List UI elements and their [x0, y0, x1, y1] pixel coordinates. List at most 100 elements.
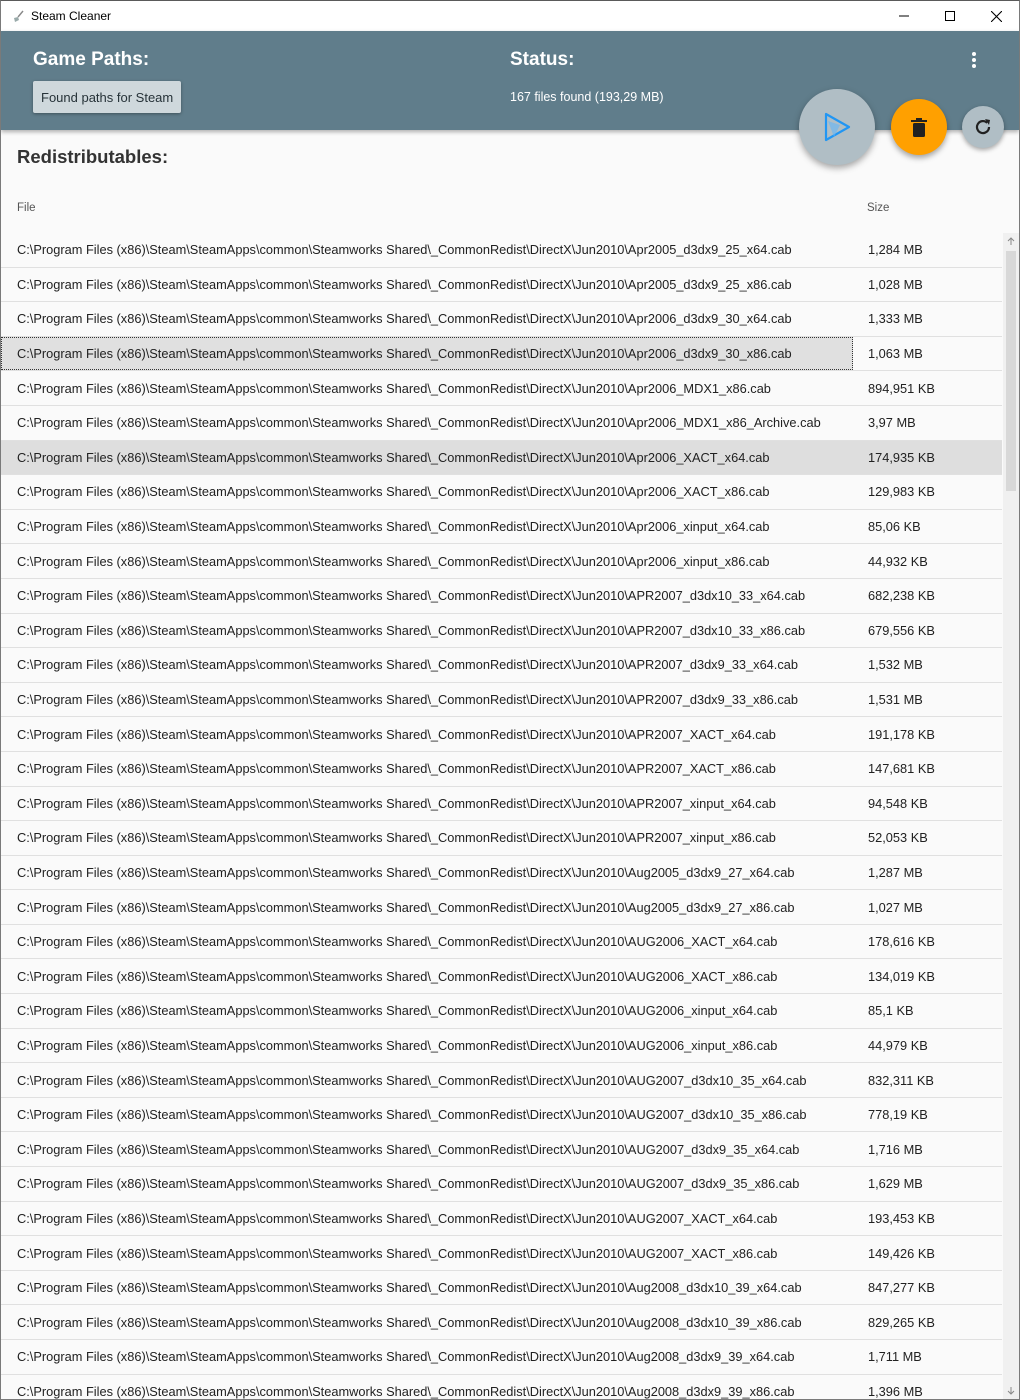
file-size-cell: 1,532 MB — [868, 657, 923, 673]
file-size-cell: 1,027 MB — [868, 899, 923, 915]
file-size-cell: 1,333 MB — [868, 311, 923, 327]
file-size-cell: 1,287 MB — [868, 864, 923, 880]
file-path-cell: C:\Program Files (x86)\Steam\SteamApps\c… — [17, 622, 806, 638]
table-row[interactable]: C:\Program Files (x86)\Steam\SteamApps\c… — [1, 302, 1002, 337]
file-path-cell: C:\Program Files (x86)\Steam\SteamApps\c… — [17, 553, 770, 569]
file-path-cell: C:\Program Files (x86)\Steam\SteamApps\c… — [17, 1141, 800, 1157]
more-vertical-icon[interactable] — [965, 49, 983, 71]
play-icon — [824, 112, 851, 142]
table-row[interactable]: C:\Program Files (x86)\Steam\SteamApps\c… — [1, 752, 1002, 787]
file-size-cell: 679,556 KB — [868, 622, 935, 638]
table-row[interactable]: C:\Program Files (x86)\Steam\SteamApps\c… — [1, 371, 1002, 406]
table-row[interactable]: C:\Program Files (x86)\Steam\SteamApps\c… — [1, 1340, 1002, 1375]
table-row[interactable]: C:\Program Files (x86)\Steam\SteamApps\c… — [1, 1202, 1002, 1237]
table-row[interactable]: C:\Program Files (x86)\Steam\SteamApps\c… — [1, 510, 1002, 545]
file-size-cell: 129,983 KB — [868, 484, 935, 500]
file-size-cell: 1,629 MB — [868, 1176, 923, 1192]
table-row[interactable]: C:\Program Files (x86)\Steam\SteamApps\c… — [1, 579, 1002, 614]
file-path-cell: C:\Program Files (x86)\Steam\SteamApps\c… — [17, 1314, 802, 1330]
table-row[interactable]: C:\Program Files (x86)\Steam\SteamApps\c… — [1, 821, 1002, 856]
file-path-cell: C:\Program Files (x86)\Steam\SteamApps\c… — [17, 1003, 778, 1019]
column-header-size[interactable]: Size — [867, 202, 889, 214]
file-path-cell: C:\Program Files (x86)\Steam\SteamApps\c… — [17, 899, 795, 915]
table-row[interactable]: C:\Program Files (x86)\Steam\SteamApps\c… — [1, 1271, 1002, 1306]
file-size-cell: 191,178 KB — [868, 726, 935, 742]
file-size-cell: 1,711 MB — [868, 1349, 922, 1365]
title-bar[interactable]: Steam Cleaner — [1, 1, 1019, 31]
table-row[interactable]: C:\Program Files (x86)\Steam\SteamApps\c… — [1, 1375, 1002, 1399]
table-row[interactable]: C:\Program Files (x86)\Steam\SteamApps\c… — [1, 717, 1002, 752]
table-row[interactable]: C:\Program Files (x86)\Steam\SteamApps\c… — [1, 856, 1002, 891]
file-path-cell: C:\Program Files (x86)\Steam\SteamApps\c… — [17, 830, 776, 846]
close-icon — [990, 10, 1002, 22]
scroll-up-arrow-icon[interactable] — [1003, 233, 1019, 249]
status-text: 167 files found (193,29 MB) — [510, 90, 664, 104]
maximize-button[interactable] — [927, 1, 973, 31]
table-row[interactable]: C:\Program Files (x86)\Steam\SteamApps\c… — [1, 1167, 1002, 1202]
file-size-cell: 174,935 KB — [868, 449, 935, 465]
file-path-cell: C:\Program Files (x86)\Steam\SteamApps\c… — [17, 1107, 807, 1123]
table-row[interactable]: C:\Program Files (x86)\Steam\SteamApps\c… — [1, 406, 1002, 441]
table-row[interactable]: C:\Program Files (x86)\Steam\SteamApps\c… — [1, 648, 1002, 683]
file-path-cell: C:\Program Files (x86)\Steam\SteamApps\c… — [17, 1280, 802, 1296]
table-row[interactable]: C:\Program Files (x86)\Steam\SteamApps\c… — [1, 925, 1002, 960]
clean-button[interactable] — [891, 99, 947, 155]
analyze-button[interactable] — [799, 89, 875, 165]
table-row[interactable]: C:\Program Files (x86)\Steam\SteamApps\c… — [1, 1236, 1002, 1271]
status-title: Status: — [510, 49, 575, 70]
file-path-cell: C:\Program Files (x86)\Steam\SteamApps\c… — [17, 380, 771, 396]
file-list: C:\Program Files (x86)\Steam\SteamApps\c… — [1, 233, 1002, 1399]
close-button[interactable] — [973, 1, 1019, 31]
file-size-cell: 832,311 KB — [868, 1072, 934, 1088]
file-size-cell: 1,284 MB — [868, 242, 923, 258]
table-row[interactable]: C:\Program Files (x86)\Steam\SteamApps\c… — [1, 1132, 1002, 1168]
file-path-cell: C:\Program Files (x86)\Steam\SteamApps\c… — [17, 311, 792, 327]
table-row[interactable]: C:\Program Files (x86)\Steam\SteamApps\c… — [1, 683, 1002, 718]
table-row[interactable]: C:\Program Files (x86)\Steam\SteamApps\c… — [1, 787, 1002, 822]
vertical-scrollbar[interactable] — [1003, 233, 1019, 1399]
table-row[interactable]: C:\Program Files (x86)\Steam\SteamApps\c… — [1, 233, 1002, 268]
table-row[interactable]: C:\Program Files (x86)\Steam\SteamApps\c… — [1, 614, 1002, 649]
file-path-cell: C:\Program Files (x86)\Steam\SteamApps\c… — [17, 795, 776, 811]
trash-icon — [911, 117, 927, 137]
file-path-cell: C:\Program Files (x86)\Steam\SteamApps\c… — [17, 1072, 807, 1088]
file-size-cell: 778,19 KB — [868, 1107, 928, 1123]
file-path-cell: C:\Program Files (x86)\Steam\SteamApps\c… — [17, 276, 792, 292]
table-row[interactable]: C:\Program Files (x86)\Steam\SteamApps\c… — [1, 440, 1002, 476]
file-size-cell: 85,1 KB — [868, 1003, 914, 1019]
table-row[interactable]: C:\Program Files (x86)\Steam\SteamApps\c… — [1, 1098, 1002, 1133]
section-title: Redistributables: — [17, 146, 169, 167]
file-size-cell: 178,616 KB — [868, 934, 935, 950]
file-path-cell: C:\Program Files (x86)\Steam\SteamApps\c… — [17, 484, 770, 500]
table-row[interactable]: C:\Program Files (x86)\Steam\SteamApps\c… — [1, 336, 1002, 372]
file-path-cell: C:\Program Files (x86)\Steam\SteamApps\c… — [17, 968, 778, 984]
minimize-button[interactable] — [881, 1, 927, 31]
file-size-cell: 193,453 KB — [868, 1210, 935, 1226]
file-size-cell: 1,063 MB — [868, 346, 923, 362]
table-row[interactable]: C:\Program Files (x86)\Steam\SteamApps\c… — [1, 268, 1002, 303]
table-row[interactable]: C:\Program Files (x86)\Steam\SteamApps\c… — [1, 890, 1002, 925]
file-size-cell: 894,951 KB — [868, 380, 935, 396]
table-row[interactable]: C:\Program Files (x86)\Steam\SteamApps\c… — [1, 1029, 1002, 1064]
file-path-cell: C:\Program Files (x86)\Steam\SteamApps\c… — [17, 1176, 800, 1192]
table-row[interactable]: C:\Program Files (x86)\Steam\SteamApps\c… — [1, 1305, 1002, 1340]
maximize-icon — [945, 11, 955, 21]
file-size-cell: 134,019 KB — [868, 968, 935, 984]
file-path-cell: C:\Program Files (x86)\Steam\SteamApps\c… — [17, 1037, 778, 1053]
file-path-cell: C:\Program Files (x86)\Steam\SteamApps\c… — [17, 242, 792, 258]
table-row[interactable]: C:\Program Files (x86)\Steam\SteamApps\c… — [1, 544, 1002, 579]
file-path-cell: C:\Program Files (x86)\Steam\SteamApps\c… — [17, 692, 798, 708]
table-row[interactable]: C:\Program Files (x86)\Steam\SteamApps\c… — [1, 994, 1002, 1029]
file-size-cell: 147,681 KB — [868, 761, 935, 777]
file-size-cell: 829,265 KB — [868, 1314, 935, 1330]
table-row[interactable]: C:\Program Files (x86)\Steam\SteamApps\c… — [1, 959, 1002, 995]
broom-icon — [11, 9, 25, 23]
column-header-file[interactable]: File — [17, 202, 36, 214]
table-row[interactable]: C:\Program Files (x86)\Steam\SteamApps\c… — [1, 475, 1002, 510]
table-row[interactable]: C:\Program Files (x86)\Steam\SteamApps\c… — [1, 1063, 1002, 1098]
found-paths-button[interactable]: Found paths for Steam — [33, 81, 182, 113]
file-path-cell: C:\Program Files (x86)\Steam\SteamApps\c… — [17, 588, 806, 604]
scroll-thumb[interactable] — [1006, 251, 1016, 491]
refresh-button[interactable] — [962, 106, 1004, 148]
scroll-down-arrow-icon[interactable] — [1003, 1383, 1019, 1399]
